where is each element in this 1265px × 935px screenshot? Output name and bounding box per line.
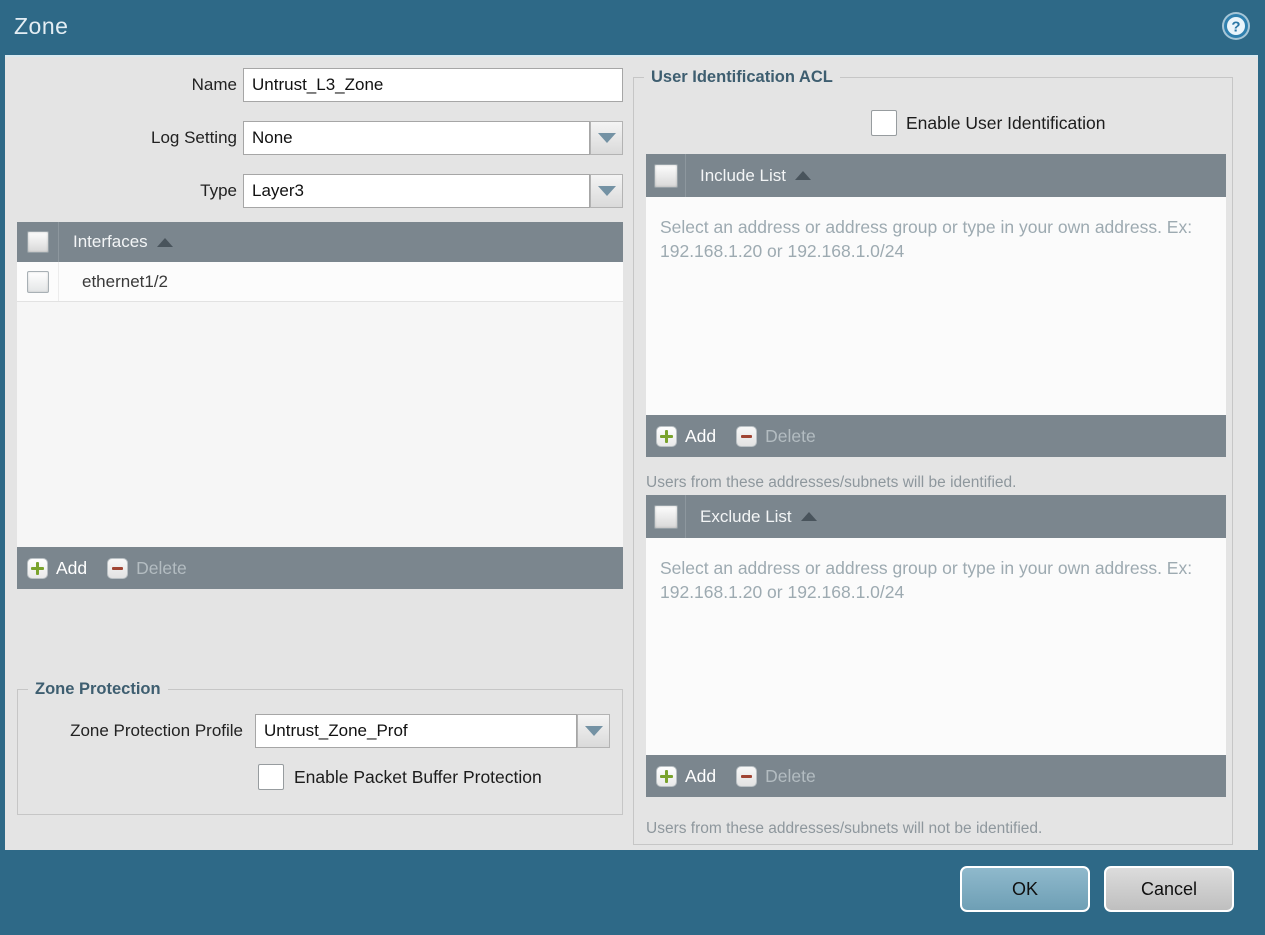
exclude-header-checkbox-cell (646, 495, 686, 538)
include-list-placeholder: Select an address or address group or ty… (660, 217, 1193, 262)
exclude-delete-button[interactable]: Delete (736, 765, 816, 787)
exclude-add-button[interactable]: Add (656, 765, 717, 787)
sort-ascending-icon (156, 237, 173, 247)
include-list-caption: Users from these addresses/subnets will … (646, 474, 1017, 491)
plus-icon (27, 557, 48, 579)
interfaces-header-checkbox-cell (17, 222, 59, 262)
delete-button-label: Delete (136, 557, 187, 578)
user-identification-acl-group: User Identification ACL Enable User Iden… (633, 68, 1233, 845)
log-setting-dropdown-button[interactable] (590, 121, 623, 155)
minus-icon (736, 425, 758, 447)
table-row[interactable]: ethernet1/2 (17, 262, 623, 302)
user-identification-acl-legend: User Identification ACL (644, 68, 840, 87)
enable-user-identification-label: Enable User Identification (906, 113, 1106, 133)
interfaces-table-footer: Add Delete (17, 547, 623, 589)
type-dropdown-button[interactable] (590, 174, 623, 208)
interfaces-column-label: Interfaces (73, 232, 148, 251)
include-list-column-header[interactable]: Include List (686, 166, 811, 186)
title-bar: Zone ? (0, 0, 1265, 55)
interface-name: ethernet1/2 (82, 271, 169, 291)
exclude-delete-label: Delete (765, 765, 816, 786)
include-list-footer: Add Delete (646, 415, 1226, 457)
add-button-label: Add (56, 557, 88, 578)
select-all-checkbox[interactable] (26, 231, 49, 253)
name-input[interactable] (243, 68, 623, 102)
enable-packet-buffer-protection-label: Enable Packet Buffer Protection (294, 767, 542, 787)
plus-icon (656, 425, 677, 447)
include-add-label: Add (685, 425, 717, 446)
interfaces-column-header[interactable]: Interfaces (59, 232, 173, 252)
enable-packet-buffer-protection-checkbox[interactable] (258, 764, 284, 790)
exclude-list-caption: Users from these addresses/subnets will … (646, 820, 1043, 837)
help-icon[interactable]: ? (1221, 11, 1251, 41)
include-select-all-checkbox[interactable] (653, 163, 678, 188)
plus-icon (656, 765, 677, 787)
type-input[interactable] (243, 174, 590, 208)
include-list-body[interactable]: Select an address or address group or ty… (646, 197, 1226, 415)
row-checkbox-cell (17, 262, 59, 301)
include-header-checkbox-cell (646, 154, 686, 197)
exclude-list-column-label: Exclude List (700, 506, 792, 526)
zone-protection-profile-label: Zone Protection Profile (70, 721, 243, 740)
dialog-body: Name Log Setting Type Interfaces (5, 55, 1258, 850)
exclude-list-placeholder: Select an address or address group or ty… (660, 558, 1193, 603)
ok-button-label: OK (1011, 878, 1038, 899)
exclude-select-all-checkbox[interactable] (653, 504, 678, 529)
exclude-list-table: Exclude List Select an address or addres… (646, 495, 1226, 797)
chevron-down-icon (597, 186, 616, 196)
exclude-add-label: Add (685, 765, 717, 786)
zone-protection-legend: Zone Protection (28, 680, 168, 699)
add-interface-button[interactable]: Add (27, 557, 88, 579)
log-setting-label: Log Setting (150, 128, 237, 147)
interfaces-table-empty-area (17, 302, 623, 547)
interfaces-table: Interfaces ethernet1/2 Add Delete (17, 222, 623, 589)
dialog-title: Zone (14, 13, 69, 39)
name-label: Name (191, 75, 237, 94)
include-list-column-label: Include List (700, 165, 786, 185)
interfaces-table-header: Interfaces (17, 222, 623, 262)
svg-text:?: ? (1231, 19, 1240, 36)
exclude-list-column-header[interactable]: Exclude List (686, 507, 817, 527)
zone-protection-group: Zone Protection Zone Protection Profile … (17, 680, 623, 815)
sort-ascending-icon (800, 512, 817, 521)
enable-user-identification-checkbox[interactable] (871, 110, 897, 136)
zone-protection-profile-dropdown-button[interactable] (577, 714, 610, 748)
minus-icon (736, 765, 758, 787)
sort-ascending-icon (795, 171, 811, 180)
chevron-down-icon (597, 133, 616, 143)
zone-dialog: Zone ? Name Log Setting Type (0, 0, 1265, 935)
exclude-list-header: Exclude List (646, 495, 1226, 538)
include-list-table: Include List Select an address or addres… (646, 154, 1226, 457)
exclude-list-body[interactable]: Select an address or address group or ty… (646, 538, 1226, 755)
row-checkbox[interactable] (26, 270, 49, 293)
include-delete-button[interactable]: Delete (736, 425, 816, 447)
include-delete-label: Delete (765, 425, 816, 446)
log-setting-input[interactable] (243, 121, 590, 155)
delete-interface-button[interactable]: Delete (107, 557, 187, 579)
include-add-button[interactable]: Add (656, 425, 717, 447)
exclude-list-footer: Add Delete (646, 755, 1226, 797)
minus-icon (107, 557, 129, 579)
cancel-button-label: Cancel (1140, 878, 1198, 899)
chevron-down-icon (584, 726, 603, 736)
include-list-header: Include List (646, 154, 1226, 197)
cancel-button[interactable]: Cancel (1104, 866, 1234, 912)
zone-protection-profile-input[interactable] (255, 714, 577, 748)
type-label: Type (200, 181, 237, 200)
ok-button[interactable]: OK (960, 866, 1090, 912)
